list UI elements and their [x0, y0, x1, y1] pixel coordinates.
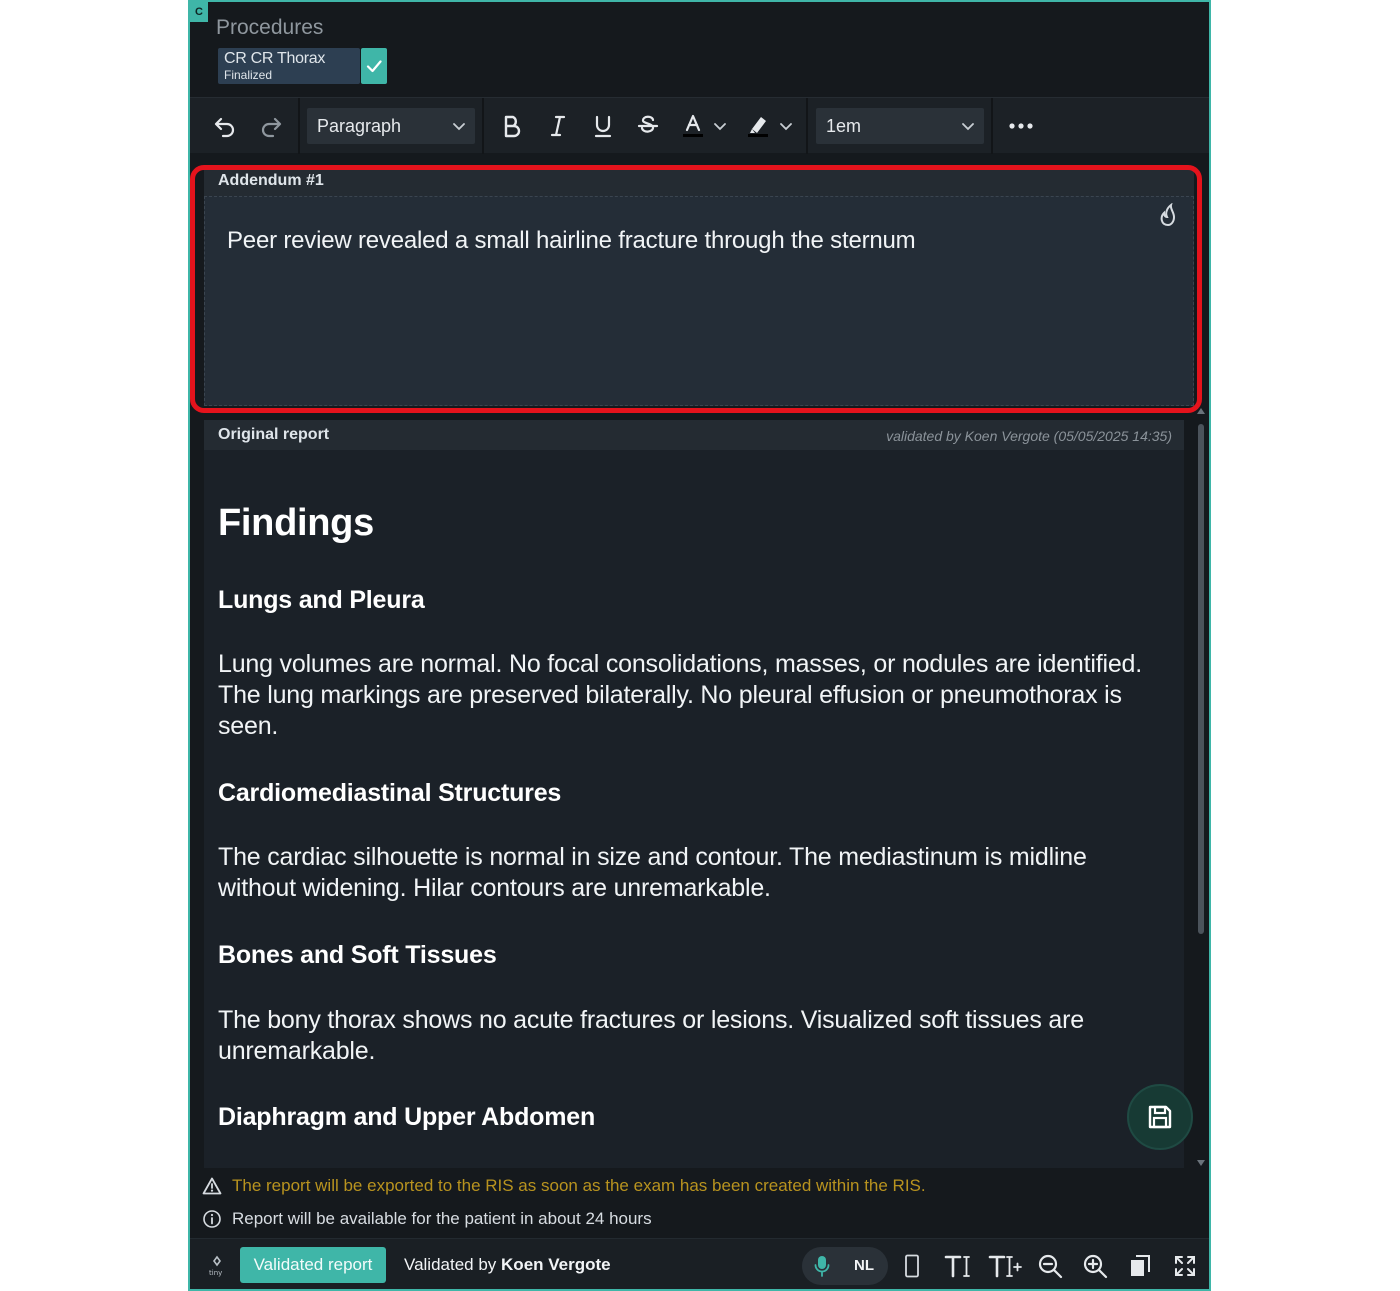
bold-icon [504, 115, 521, 138]
toolbar-divider [298, 98, 300, 154]
dictation-flame-icon[interactable] [1157, 202, 1179, 232]
procedure-select-checkbox[interactable] [361, 48, 387, 84]
block-format-select[interactable]: Paragraph [307, 108, 475, 144]
undo-button[interactable] [207, 108, 243, 144]
scroll-down-icon [1197, 1160, 1205, 1166]
floppy-disk-icon [1148, 1105, 1172, 1129]
redo-button[interactable] [253, 108, 289, 144]
chevron-down-icon [714, 123, 726, 131]
tiny-logo-icon: tiny [200, 1249, 234, 1283]
procedure-chip[interactable]: CR CR Thorax Finalized [218, 48, 360, 84]
toolbar-divider [991, 98, 993, 154]
info-icon [203, 1210, 221, 1228]
section-title: Lungs and Pleura [218, 586, 425, 614]
highlight-button[interactable] [740, 108, 776, 144]
dictation-control[interactable]: NL [802, 1247, 888, 1285]
chevron-down-icon [780, 123, 792, 131]
section-title: Cardiomediastinal Structures [218, 779, 562, 807]
section-title: Bones and Soft Tissues [218, 941, 497, 969]
save-button[interactable] [1127, 1084, 1193, 1150]
text-size-increase-button[interactable] [985, 1249, 1025, 1283]
zoom-in-icon [1083, 1254, 1108, 1279]
info-text: Report will be available for the patient… [232, 1209, 652, 1228]
scroll-up-icon [1197, 408, 1205, 414]
text-size-plus-icon [988, 1255, 1022, 1278]
underline-icon [594, 115, 612, 138]
bold-button[interactable] [494, 108, 530, 144]
font-size-select[interactable]: 1em [816, 108, 984, 144]
underline-button[interactable] [585, 108, 621, 144]
fullscreen-button[interactable] [1168, 1249, 1202, 1283]
italic-button[interactable] [540, 108, 576, 144]
findings-heading: Findings [218, 502, 374, 544]
font-size-value: 1em [826, 115, 862, 136]
italic-icon [550, 115, 566, 137]
block-format-value: Paragraph [317, 115, 402, 136]
zoom-out-icon [1038, 1254, 1063, 1279]
patient-availability-info: Report will be available for the patient… [202, 1209, 652, 1229]
toolbar-divider [806, 98, 808, 154]
strikethrough-button[interactable] [630, 108, 666, 144]
redo-icon [261, 117, 282, 138]
undo-icon [214, 117, 235, 138]
highlight-dropdown[interactable] [774, 108, 798, 144]
font-color-icon [683, 114, 703, 137]
corner-badge: C [190, 2, 208, 22]
fullscreen-icon [1175, 1256, 1195, 1276]
chevron-down-icon [962, 123, 974, 131]
strikethrough-icon [637, 115, 659, 133]
svg-text:tiny: tiny [209, 1269, 222, 1277]
text-size-icon [944, 1255, 970, 1278]
section-text: The bony thorax shows no acute fractures… [218, 1006, 1084, 1065]
more-icon [1009, 123, 1033, 129]
section-text: The cardiac silhouette is normal in size… [218, 843, 1087, 902]
addendum-header: Addendum #1 [204, 168, 1194, 196]
validated-by-label: Validated by Koen Vergote [404, 1255, 611, 1275]
copy-icon [1131, 1255, 1150, 1276]
font-color-dropdown[interactable] [708, 108, 732, 144]
addendum-editor[interactable]: Peer review revealed a small hairline fr… [204, 196, 1194, 406]
mobile-device-button[interactable] [895, 1249, 929, 1283]
warning-text: The report will be exported to the RIS a… [232, 1176, 926, 1195]
addendum-text[interactable]: Peer review revealed a small hairline fr… [227, 227, 916, 255]
warning-icon [202, 1177, 222, 1195]
zoom-in-button[interactable] [1078, 1249, 1112, 1283]
microphone-icon[interactable] [814, 1255, 830, 1277]
scrollbar-thumb[interactable] [1198, 424, 1204, 934]
validation-info: validated by Koen Vergote (05/05/2025 14… [886, 428, 1172, 444]
font-color-button[interactable] [675, 108, 711, 144]
chevron-down-icon [453, 123, 465, 131]
mobile-phone-icon [905, 1254, 919, 1278]
validated-by-prefix: Validated by [404, 1255, 502, 1274]
ris-export-warning: The report will be exported to the RIS a… [202, 1176, 926, 1196]
bottom-status-bar: tiny Validated report Validated by Koen … [190, 1238, 1209, 1289]
toolbar-divider [482, 98, 484, 154]
procedures-title: Procedures [216, 16, 324, 39]
procedure-status: Finalized [224, 68, 273, 82]
validated-by-name: Koen Vergote [501, 1255, 611, 1274]
check-icon [366, 60, 382, 73]
section-title: Diaphragm and Upper Abdomen [218, 1103, 596, 1131]
zoom-out-button[interactable] [1033, 1249, 1067, 1283]
section-text: Lung volumes are normal. No focal consol… [218, 650, 1142, 740]
report-editor-window: C Procedures CR CR Thorax Finalized Para… [188, 0, 1211, 1291]
original-report-header: Original report validated by Koen Vergot… [204, 420, 1184, 450]
original-report-label: Original report [218, 426, 330, 443]
copy-button[interactable] [1123, 1249, 1157, 1283]
validated-report-button[interactable]: Validated report [240, 1247, 386, 1283]
more-options-button[interactable] [1003, 108, 1039, 144]
procedure-name: CR CR Thorax [224, 50, 326, 67]
language-toggle[interactable]: NL [854, 1257, 874, 1274]
editor-toolbar: Paragraph 1em [190, 97, 1209, 154]
report-scrollbar[interactable] [1196, 406, 1206, 1170]
text-size-decrease-button[interactable] [940, 1249, 974, 1283]
highlight-icon [748, 117, 768, 137]
original-report-body: Findings Lungs and Pleura Lung volumes a… [204, 450, 1184, 1168]
